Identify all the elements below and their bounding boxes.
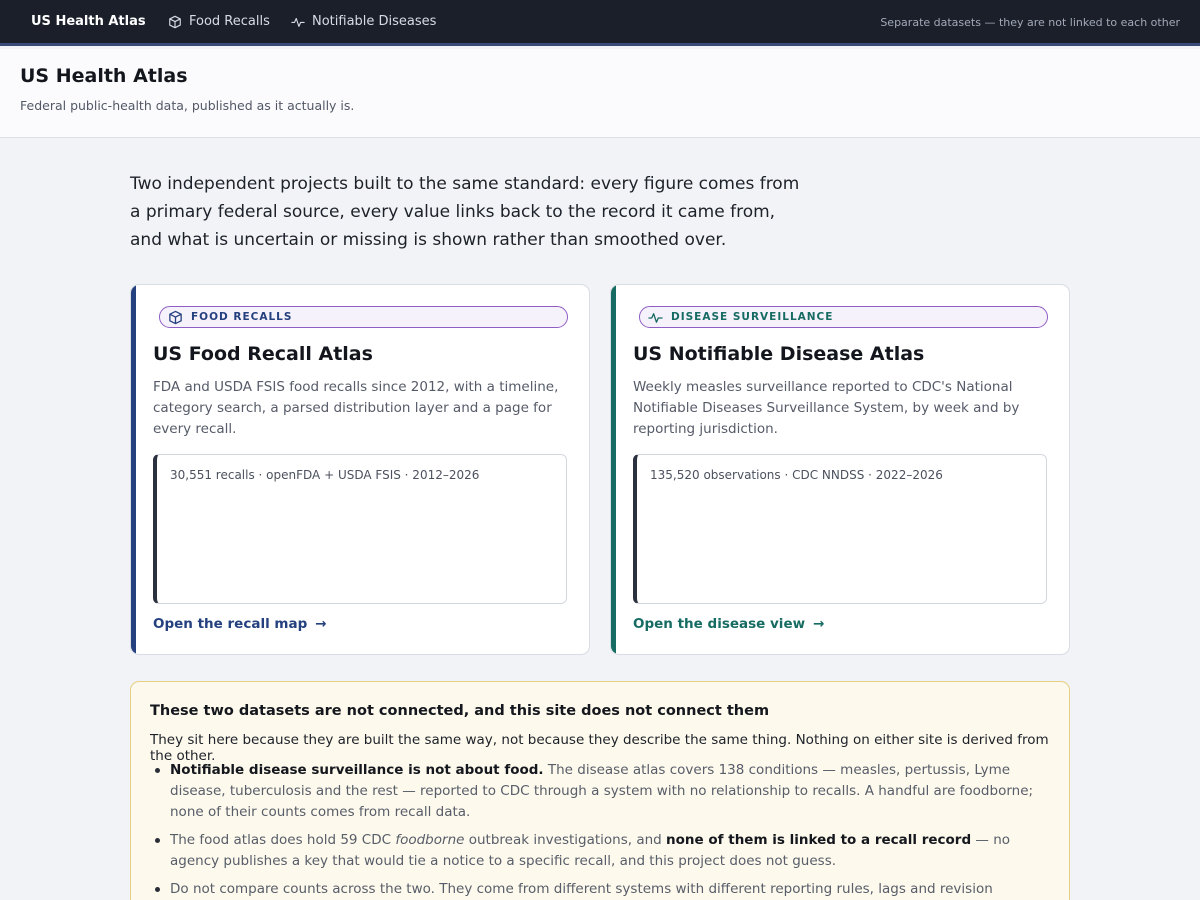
open-disease-view-label: Open the disease view xyxy=(633,616,806,632)
notice-list: Notifiable disease surveillance is not a… xyxy=(150,760,1055,900)
box-icon xyxy=(169,310,182,324)
page-title: US Health Atlas xyxy=(20,65,188,87)
list-item-text: outbreak investigations, and xyxy=(464,832,667,848)
arrow-right-icon: → xyxy=(813,616,825,632)
nav-food-recalls-label: Food Recalls xyxy=(189,14,270,29)
card-accent-bar xyxy=(611,285,616,654)
nav-notifiable-diseases-label: Notifiable Diseases xyxy=(312,14,437,29)
list-item-italic: foodborne xyxy=(395,832,465,848)
arrow-right-icon: → xyxy=(315,616,327,632)
list-item: The food atlas does hold 59 CDC foodborn… xyxy=(150,830,1055,872)
top-nav: US Health Atlas Food Recalls Notifiable … xyxy=(0,0,1200,46)
food-card-title: US Food Recall Atlas xyxy=(153,343,373,365)
food-stats-text: 30,551 recalls · openFDA + USDA FSIS · 2… xyxy=(170,468,480,482)
page-header: US Health Atlas Federal public-health da… xyxy=(0,49,1200,138)
disease-atlas-card: DISEASE SURVEILLANCE US Notifiable Disea… xyxy=(610,284,1070,655)
nav-dataset-note: Separate datasets — they are not linked … xyxy=(880,16,1180,29)
list-item-text: The food atlas does hold 59 CDC xyxy=(170,832,396,848)
list-item-text: Do not compare counts across the two. Th… xyxy=(170,881,993,897)
disease-surveillance-tag-label: DISEASE SURVEILLANCE xyxy=(671,311,834,323)
brand-link[interactable]: US Health Atlas xyxy=(31,14,146,29)
pulse-icon xyxy=(291,17,305,27)
open-recall-map-link[interactable]: Open the recall map → xyxy=(153,616,327,632)
food-stats-panel: 30,551 recalls · openFDA + USDA FSIS · 2… xyxy=(153,454,567,604)
list-item: Notifiable disease surveillance is not a… xyxy=(150,760,1055,823)
disease-card-title: US Notifiable Disease Atlas xyxy=(633,343,925,365)
food-recalls-tag-label: FOOD RECALLS xyxy=(191,311,293,323)
box-icon xyxy=(169,15,181,28)
nav-notifiable-diseases[interactable]: Notifiable Diseases xyxy=(291,14,436,29)
nav-food-recalls[interactable]: Food Recalls xyxy=(168,14,270,29)
list-item-emphasis: Notifiable disease surveillance is not a… xyxy=(170,762,544,778)
food-recalls-tag: FOOD RECALLS xyxy=(159,306,568,328)
disease-stats-panel: 135,520 observations · CDC NNDSS · 2022–… xyxy=(633,454,1047,604)
open-disease-view-link[interactable]: Open the disease view → xyxy=(633,616,824,632)
list-item-emphasis: none of them is linked to a recall recor… xyxy=(666,832,972,848)
food-card-description: FDA and USDA FSIS food recalls since 201… xyxy=(153,379,559,437)
notice-title: These two datasets are not connected, an… xyxy=(150,703,770,719)
pulse-icon xyxy=(648,312,663,323)
page-subtitle: Federal public-health data, published as… xyxy=(20,98,355,113)
disease-card-description: Weekly measles surveillance reported to … xyxy=(633,379,1020,437)
intro-text: Two independent projects built to the sa… xyxy=(130,174,800,250)
card-accent-bar xyxy=(131,285,136,654)
datasets-not-connected-notice: These two datasets are not connected, an… xyxy=(130,681,1070,900)
list-item: Do not compare counts across the two. Th… xyxy=(150,879,1055,900)
open-recall-map-label: Open the recall map xyxy=(153,616,308,632)
disease-surveillance-tag: DISEASE SURVEILLANCE xyxy=(639,306,1048,328)
disease-stats-text: 135,520 observations · CDC NNDSS · 2022–… xyxy=(650,468,943,482)
food-recall-card: FOOD RECALLS US Food Recall Atlas FDA an… xyxy=(130,284,590,655)
